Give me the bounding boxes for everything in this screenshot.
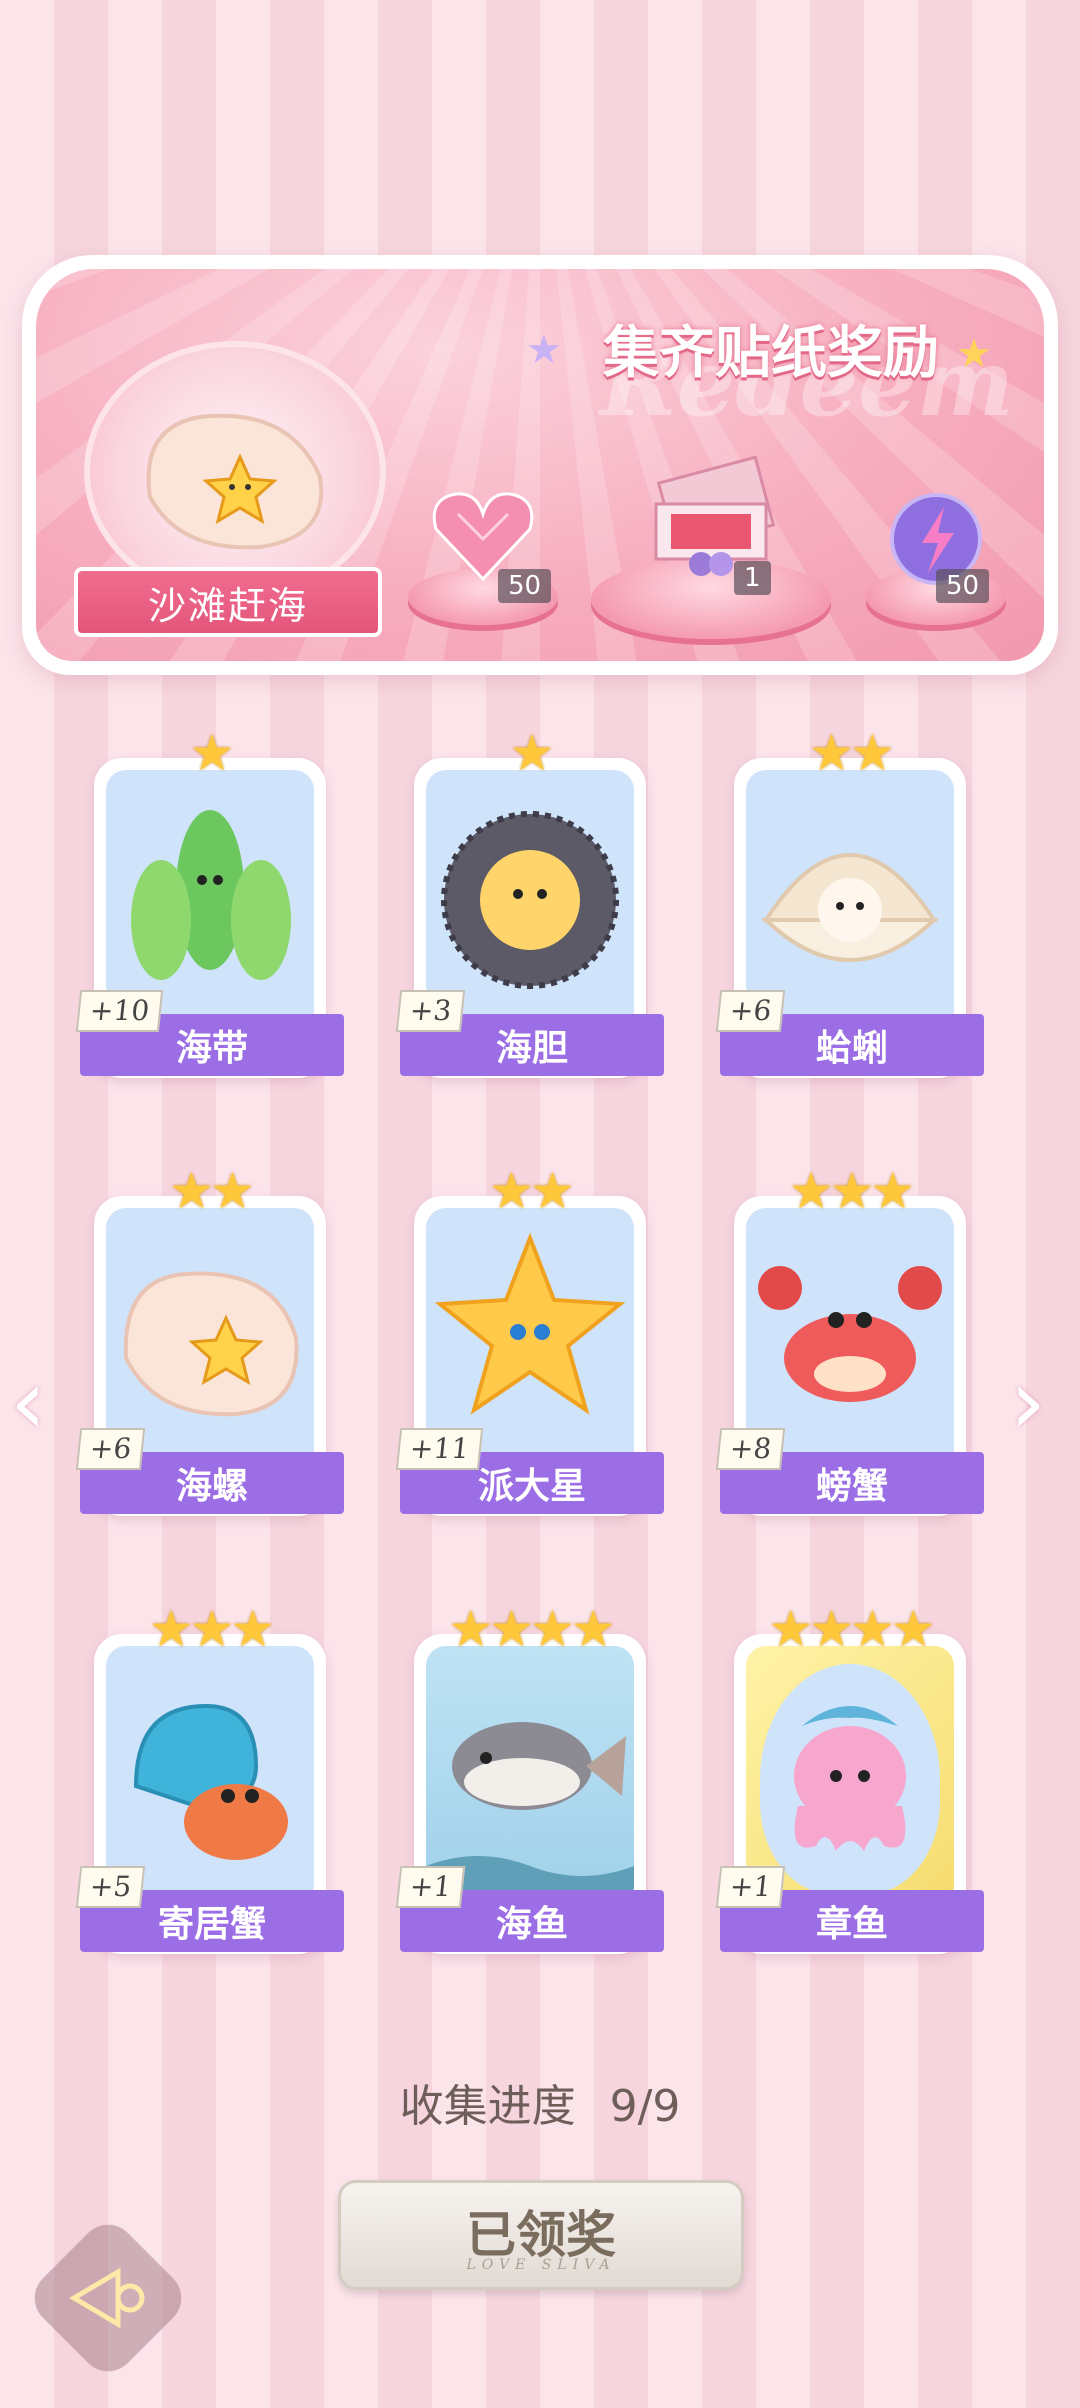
rarity-stars: ★★★	[788, 1162, 915, 1220]
previous-page-arrow[interactable]: ‹	[10, 1350, 46, 1455]
rarity-stars: ★	[189, 724, 235, 782]
claim-button-subtext: LOVE SLIVA	[466, 2257, 616, 2273]
rarity-stars: ★	[509, 724, 555, 782]
rarity-stars: ★★	[489, 1162, 575, 1220]
next-page-arrow[interactable]: ›	[1010, 1350, 1046, 1455]
reward-banner-inner: Redeem ★ ★ 集齐贴纸奖励 沙滩赶海 50 1 50	[36, 269, 1044, 661]
collection-progress: 收集进度 9/9	[0, 2070, 1080, 2134]
rarity-stars: ★★	[809, 724, 895, 782]
conch-icon	[146, 413, 324, 550]
progress-label: 收集进度	[399, 2081, 576, 2132]
reward-count-badge: 1	[734, 561, 771, 595]
card-count: +5	[75, 1866, 146, 1908]
rarity-stars: ★★★★	[448, 1600, 615, 1658]
sticker-card-crab[interactable]: ★★★ 螃蟹 +8	[715, 1162, 984, 1532]
sticker-card-octopus[interactable]: ★★★★ 章鱼 +1	[715, 1600, 984, 1970]
sticker-card-hermit-crab[interactable]: ★★★ 寄居蟹 +5	[75, 1600, 344, 1970]
sticker-card-conch[interactable]: ★★ 海螺 +6	[75, 1162, 344, 1532]
claim-reward-button[interactable]: 已领奖 LOVE SLIVA	[338, 2180, 744, 2290]
reward-count-badge: 50	[498, 569, 552, 603]
card-count: +8	[715, 1428, 786, 1470]
reward-count-badge: 50	[936, 569, 990, 603]
set-shell-emblem	[84, 341, 386, 603]
sticker-card-starfish[interactable]: ★★ 派大星 +11	[395, 1162, 664, 1532]
card-count: +1	[715, 1866, 786, 1908]
gift-box-icon	[654, 455, 776, 576]
sticker-card-clam[interactable]: ★★ 蛤蜊 +6	[715, 724, 984, 1094]
set-name-ribbon: 沙滩赶海	[74, 567, 382, 637]
card-count: +10	[75, 990, 164, 1032]
reward-banner: Redeem ★ ★ 集齐贴纸奖励 沙滩赶海 50 1 50	[22, 255, 1058, 675]
sticker-card-sea-urchin[interactable]: ★ 海胆 +3	[395, 724, 664, 1094]
progress-value: 9/9	[609, 2081, 681, 2132]
sticker-card-fish[interactable]: ★★★★ 海鱼 +1	[395, 1600, 664, 1970]
card-count: +3	[395, 990, 466, 1032]
banner-title: 集齐贴纸奖励	[603, 319, 939, 386]
purple-star-icon: ★	[526, 327, 562, 373]
card-count: +11	[395, 1428, 484, 1470]
rarity-stars: ★★★	[148, 1600, 275, 1658]
back-arrow-icon	[69, 2267, 145, 2329]
rarity-stars: ★★	[169, 1162, 255, 1220]
sticker-card-kelp[interactable]: ★ 海带 +10	[75, 724, 344, 1094]
rarity-stars: ★★★★	[768, 1600, 935, 1658]
card-count: +6	[715, 990, 786, 1032]
card-count: +1	[395, 1866, 466, 1908]
card-count: +6	[75, 1428, 146, 1470]
